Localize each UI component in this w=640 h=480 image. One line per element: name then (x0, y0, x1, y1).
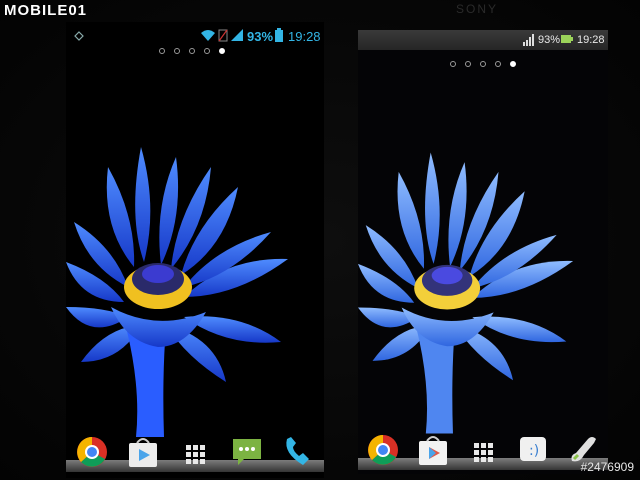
dock: :) (358, 430, 608, 470)
status-bar: 93% 19:28 (358, 30, 608, 50)
page-dot[interactable] (480, 61, 486, 67)
notification-icon (74, 29, 84, 44)
page-dot-active[interactable] (219, 48, 225, 54)
battery-percent: 93% (247, 29, 274, 44)
page-indicator (159, 48, 225, 54)
signal-icon (230, 28, 244, 45)
phone-icon[interactable] (281, 435, 315, 469)
clock: 19:28 (577, 34, 605, 46)
phone-left-screen: 93% 19:28 (66, 22, 324, 478)
play-store-icon[interactable] (416, 433, 450, 467)
lotus-wallpaper (66, 147, 288, 437)
chrome-icon[interactable] (75, 435, 109, 469)
page-dot[interactable] (204, 48, 210, 54)
lotus-wallpaper (358, 152, 574, 434)
messaging-icon[interactable]: :) (516, 433, 550, 467)
wifi-icon (200, 28, 216, 45)
messaging-icon[interactable] (230, 435, 264, 469)
phone-right-screen: 93% 19:28:) (358, 30, 608, 474)
page-dot[interactable] (495, 61, 501, 67)
page-dot[interactable] (159, 48, 165, 54)
page-dot[interactable] (189, 48, 195, 54)
sony-brand-text: SONY (456, 2, 499, 16)
battery-percent: 93% (538, 34, 561, 46)
dock (66, 432, 324, 472)
svg-text::): :) (529, 443, 539, 459)
clock: 19:28 (288, 29, 321, 44)
page-dot[interactable] (174, 48, 180, 54)
page-dot[interactable] (465, 61, 471, 67)
app-drawer-icon[interactable] (178, 435, 212, 469)
watermark-text: MOBILE01 (4, 2, 88, 19)
page-indicator (450, 61, 516, 67)
battery-icon (275, 28, 283, 45)
comparison-photo: MOBILE01 SONY 93% 19:28 93% 19:28:) #24… (0, 0, 640, 480)
photo-id: #2476909 (580, 460, 634, 474)
status-bar: 93% 19:28 (66, 22, 324, 50)
page-dot[interactable] (450, 61, 456, 67)
no-sim-icon (218, 28, 228, 45)
play-store-icon[interactable] (126, 435, 160, 469)
chrome-icon[interactable] (366, 433, 400, 467)
battery-icon (561, 34, 573, 47)
mobile01-watermark: MOBILE01 (4, 2, 87, 19)
signal-icon (523, 34, 535, 49)
app-drawer-icon[interactable] (466, 433, 500, 467)
page-dot-active[interactable] (510, 61, 516, 67)
